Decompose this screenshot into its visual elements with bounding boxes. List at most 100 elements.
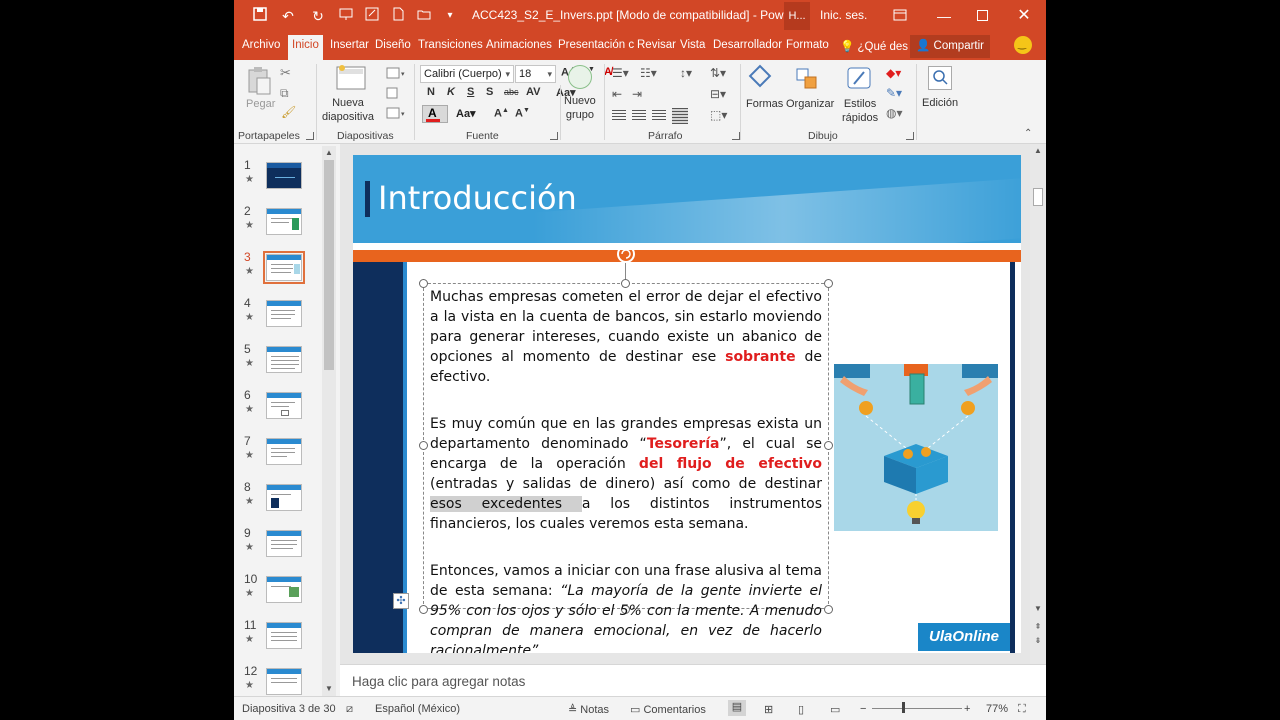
- slide-title[interactable]: Introducción: [378, 179, 577, 217]
- slide-scrollbar[interactable]: ▲ ▼ ⇞ ⇟: [1030, 144, 1046, 664]
- zoom-level[interactable]: 77%: [986, 703, 1008, 715]
- slide-body-text[interactable]: Muchas empresas cometen el error de deja…: [430, 287, 822, 653]
- start-from-beginning-icon[interactable]: [336, 6, 356, 26]
- zoom-in-icon[interactable]: +: [964, 703, 970, 715]
- thumbnail-scrollbar[interactable]: ▲ ▼: [322, 146, 336, 696]
- shape-fill-icon[interactable]: ◆▾: [886, 66, 901, 80]
- shrink-font-icon[interactable]: A▼: [515, 107, 530, 120]
- decrease-indent-icon[interactable]: ⇤: [612, 87, 622, 101]
- smartart-icon[interactable]: ⬚▾: [710, 108, 727, 122]
- undo-icon[interactable]: ↶: [278, 6, 298, 26]
- zoom-slider-thumb[interactable]: [902, 702, 905, 713]
- parrafo-launcher-icon[interactable]: [732, 132, 740, 140]
- tell-me-search[interactable]: 💡 ¿Qué des: [840, 39, 908, 53]
- grow-font-icon[interactable]: A▲: [494, 107, 509, 120]
- portapapeles-launcher-icon[interactable]: [306, 132, 314, 140]
- save-as-icon[interactable]: [362, 6, 382, 26]
- slide-thumbnail-8[interactable]: [266, 484, 302, 511]
- italic-icon[interactable]: K: [447, 86, 455, 98]
- tab-presentacion[interactable]: Presentación c: [558, 39, 634, 51]
- justify-icon[interactable]: [672, 108, 688, 124]
- new-slide-icon[interactable]: [336, 64, 368, 99]
- scroll-up-icon[interactable]: ▲: [322, 148, 336, 157]
- collapse-ribbon-icon[interactable]: ⌃: [1024, 128, 1032, 139]
- tab-archivo[interactable]: Archivo: [242, 39, 280, 51]
- notes-pane[interactable]: Haga clic para agregar notas: [340, 664, 1046, 696]
- align-text-icon[interactable]: ⊟▾: [710, 87, 726, 101]
- slide-thumbnail-10[interactable]: [266, 576, 302, 603]
- line-spacing-icon[interactable]: ↕▾: [680, 66, 692, 80]
- zoom-slider[interactable]: [872, 708, 962, 709]
- open-folder-icon[interactable]: [414, 6, 434, 26]
- slide-position[interactable]: Diapositiva 3 de 30: [242, 703, 336, 715]
- help-button[interactable]: H...: [784, 2, 810, 30]
- bullets-icon[interactable]: ☰▾: [612, 66, 629, 80]
- ribbon-display-options-icon[interactable]: [890, 6, 910, 26]
- slide-thumbnail-1[interactable]: [266, 162, 302, 189]
- sign-in-link[interactable]: Inic. ses.: [820, 8, 867, 22]
- shapes-button[interactable]: Formas: [746, 97, 783, 111]
- comments-button[interactable]: ▭ Comentarios: [630, 703, 706, 716]
- shape-effects-icon[interactable]: ◍▾: [886, 106, 903, 120]
- slide-canvas[interactable]: Introducción Muchas empresas cometen el …: [353, 155, 1021, 653]
- customize-qat-icon[interactable]: ▾: [440, 6, 460, 26]
- reset-slide-icon[interactable]: [386, 86, 398, 104]
- shadow-icon[interactable]: S: [486, 86, 493, 98]
- underline-icon[interactable]: S: [467, 86, 474, 98]
- tab-transiciones[interactable]: Transiciones: [418, 39, 483, 51]
- scrollbar-thumb[interactable]: [1033, 188, 1043, 206]
- slide-thumbnail-3[interactable]: [263, 251, 305, 284]
- autofit-options-icon[interactable]: ✣: [393, 593, 409, 609]
- numbering-icon[interactable]: ☷▾: [640, 66, 657, 80]
- resize-handle[interactable]: [419, 441, 428, 450]
- resize-handle[interactable]: [419, 279, 428, 288]
- bold-icon[interactable]: N: [427, 86, 435, 98]
- close-icon[interactable]: ✕: [1014, 6, 1034, 26]
- strikethrough-icon[interactable]: abc: [504, 87, 519, 97]
- slide-thumbnail-4[interactable]: [266, 300, 302, 327]
- new-group-button[interactable]: Nuevo grupo: [564, 94, 596, 122]
- slide-sorter-icon[interactable]: ⊞: [764, 703, 773, 716]
- tab-inicio[interactable]: Inicio: [288, 35, 323, 60]
- align-center-icon[interactable]: [632, 110, 646, 122]
- quick-styles-button[interactable]: Estilos rápidos: [842, 97, 878, 125]
- share-button[interactable]: 👤 Compartir: [910, 35, 990, 58]
- char-spacing-icon[interactable]: AV: [526, 86, 540, 98]
- new-group-icon[interactable]: [568, 65, 592, 89]
- editing-search-icon[interactable]: [928, 66, 952, 90]
- shapes-icon[interactable]: [748, 64, 772, 88]
- text-direction-icon[interactable]: ⇅▾: [710, 66, 726, 80]
- resize-handle[interactable]: [419, 605, 428, 614]
- new-document-icon[interactable]: [388, 6, 408, 26]
- cut-icon[interactable]: ✂: [280, 65, 291, 81]
- scroll-down-icon[interactable]: ▼: [1030, 604, 1046, 613]
- slide-thumbnail-9[interactable]: [266, 530, 302, 557]
- quick-styles-icon[interactable]: [846, 66, 872, 92]
- notes-placeholder[interactable]: Haga clic para agregar notas: [352, 674, 525, 689]
- tab-diseno[interactable]: Diseño: [375, 39, 411, 51]
- reading-view-icon[interactable]: ▯: [798, 703, 804, 716]
- tab-animaciones[interactable]: Animaciones: [486, 39, 552, 51]
- increase-indent-icon[interactable]: ⇥: [632, 87, 642, 101]
- slide-thumbnail-5[interactable]: [266, 346, 302, 373]
- scroll-down-icon[interactable]: ▼: [322, 684, 336, 693]
- fuente-launcher-icon[interactable]: [550, 132, 558, 140]
- dibujo-launcher-icon[interactable]: [906, 132, 914, 140]
- resize-handle[interactable]: [824, 605, 833, 614]
- layout-icon[interactable]: ▾: [386, 66, 406, 84]
- tab-insertar[interactable]: Insertar: [330, 39, 369, 51]
- format-painter-icon[interactable]: 🖌: [281, 105, 296, 119]
- align-left-icon[interactable]: [612, 110, 626, 122]
- slide-thumbnail-2[interactable]: [266, 208, 302, 235]
- scrollbar-thumb[interactable]: [324, 160, 334, 370]
- resize-handle[interactable]: [824, 441, 833, 450]
- fit-to-window-icon[interactable]: ⛶: [1018, 703, 1026, 716]
- section-icon[interactable]: ▾: [386, 106, 406, 124]
- notes-button[interactable]: ≜ Notas: [568, 703, 609, 716]
- tab-vista[interactable]: Vista: [680, 39, 705, 51]
- align-right-icon[interactable]: [652, 110, 666, 122]
- slide-thumbnail-6[interactable]: [266, 392, 302, 419]
- scroll-up-icon[interactable]: ▲: [1030, 146, 1046, 155]
- save-icon[interactable]: [250, 6, 270, 26]
- minimize-icon[interactable]: —: [934, 6, 954, 26]
